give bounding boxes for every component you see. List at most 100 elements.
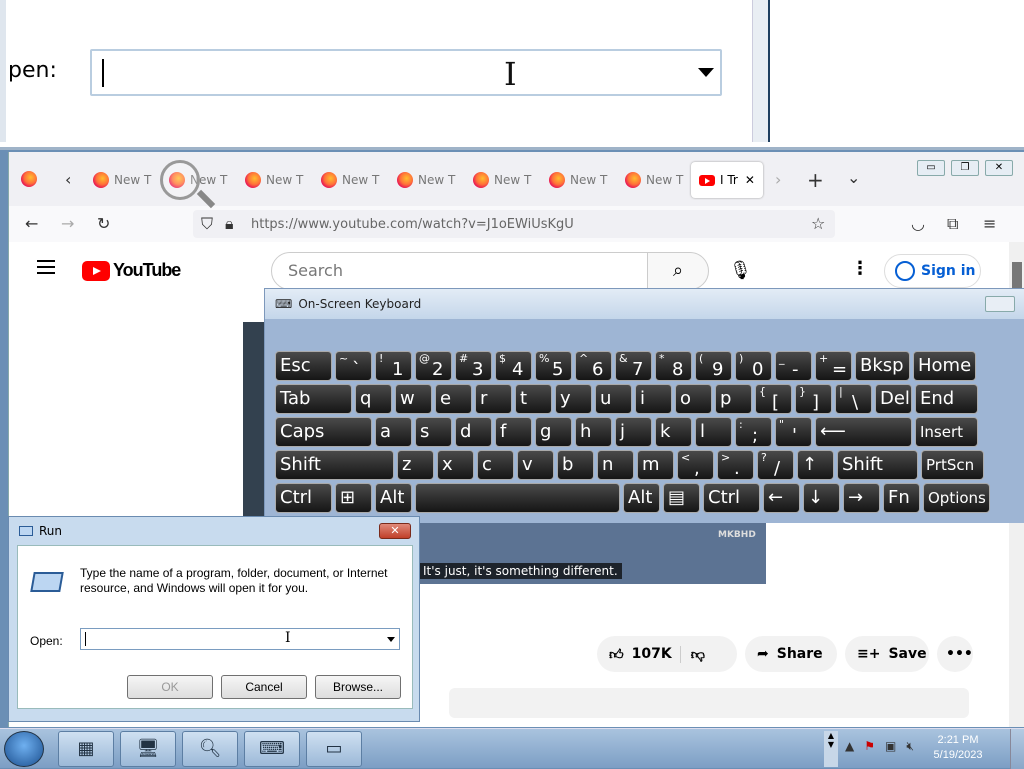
extensions-icon[interactable]: ⧉ [947, 214, 958, 234]
osk-key[interactable]: Insert [915, 417, 978, 447]
osk-key[interactable]: {[ [755, 384, 792, 414]
sign-in-button[interactable]: Sign in [884, 254, 981, 288]
osk-key[interactable]: Del [875, 384, 912, 414]
osk-key[interactable]: ← [763, 483, 800, 513]
osk-key[interactable]: i [635, 384, 672, 414]
guide-menu-icon[interactable] [37, 260, 55, 274]
osk-key[interactable]: | \ [835, 384, 872, 414]
osk-key[interactable]: + = [815, 351, 852, 381]
cancel-button[interactable]: Cancel [221, 675, 307, 699]
osk-key[interactable]: <, [677, 450, 714, 480]
list-tabs-icon[interactable]: ⌄ [847, 168, 860, 187]
osk-key[interactable]: :; [735, 417, 772, 447]
osk-key[interactable]: >. [717, 450, 754, 480]
taskbar-app-explorer[interactable]: ▦ [58, 731, 114, 767]
osk-key[interactable]: k [655, 417, 692, 447]
like-dislike-group[interactable]: 👍︎ 107K 👎︎ [597, 636, 737, 672]
tab[interactable]: New T [541, 162, 616, 198]
minimize-button[interactable]: ▭ [917, 160, 945, 176]
back-icon[interactable]: ← [25, 214, 38, 233]
osk-key[interactable]: Esc [275, 351, 332, 381]
tab[interactable]: New T [85, 162, 160, 198]
taskbar-app-magnifier[interactable]: 🔍︎ [182, 731, 238, 767]
osk-key[interactable]: Ctrl [275, 483, 332, 513]
tab[interactable]: New T [389, 162, 464, 198]
microphone-icon[interactable]: 🎙︎ [729, 260, 752, 281]
restore-button[interactable]: ❐ [951, 160, 979, 176]
tab-active[interactable]: I Tr ✕ [691, 162, 763, 198]
lock-icon[interactable]: 🔒︎ [225, 214, 234, 234]
browse-button[interactable]: Browse... [315, 675, 401, 699]
save-button[interactable]: ≡+ Save [845, 636, 929, 672]
description-box[interactable] [449, 688, 969, 718]
taskbar-scroll[interactable]: ▲ ▼ [824, 731, 838, 767]
osk-key[interactable]: z [397, 450, 434, 480]
more-options-icon[interactable]: ⋮ [851, 258, 869, 279]
osk-key[interactable]: w [395, 384, 432, 414]
osk-key[interactable]: PrtScn [921, 450, 984, 480]
osk-key[interactable]: Ctrl [703, 483, 760, 513]
action-center-icon[interactable]: ⚑ [864, 739, 875, 754]
osk-key[interactable]: r [475, 384, 512, 414]
osk-key[interactable]: " ' [775, 417, 812, 447]
osk-key[interactable]: t [515, 384, 552, 414]
osk-key[interactable]: Bksp [855, 351, 910, 381]
osk-key[interactable]: → [843, 483, 880, 513]
osk-key[interactable]: h [575, 417, 612, 447]
youtube-logo[interactable]: YouTube [82, 260, 181, 281]
osk-key[interactable]: Caps [275, 417, 372, 447]
bookmark-star-icon[interactable]: ☆ [811, 214, 825, 233]
osk-key[interactable]: _ - [775, 351, 812, 381]
open-combobox[interactable]: I [80, 628, 400, 650]
osk-key[interactable]: d [455, 417, 492, 447]
osk-key[interactable]: m [637, 450, 674, 480]
osk-key[interactable]: ▤ [663, 483, 700, 513]
osk-key[interactable]: Home [913, 351, 976, 381]
osk-key[interactable]: Options [923, 483, 990, 513]
osk-key[interactable]: ↑ [797, 450, 834, 480]
osk-key[interactable]: s [415, 417, 452, 447]
osk-key[interactable]: j [615, 417, 652, 447]
thumbs-down-icon[interactable]: 👎︎ [679, 645, 705, 663]
osk-key[interactable]: ⊞ [335, 483, 372, 513]
search-button[interactable]: ⌕ [647, 252, 709, 290]
osk-key[interactable]: y [555, 384, 592, 414]
new-tab-icon[interactable]: + [807, 168, 824, 192]
more-actions-button[interactable]: ••• [937, 636, 973, 672]
firefox-view-icon[interactable] [21, 171, 37, 191]
osk-key[interactable]: ~ ` [335, 351, 372, 381]
osk-titlebar[interactable]: ⌨ On-Screen Keyboard [265, 289, 1024, 319]
show-hidden-icons-icon[interactable]: ▲ [845, 739, 854, 754]
osk-key[interactable] [415, 483, 620, 513]
osk-key[interactable]: (9 [695, 351, 732, 381]
osk-key[interactable]: o [675, 384, 712, 414]
pocket-icon[interactable]: ◡ [911, 214, 925, 233]
clock[interactable]: 2:21 PM 5/19/2023 [928, 733, 988, 763]
osk-key[interactable]: ⟵ [815, 417, 912, 447]
osk-key[interactable]: e [435, 384, 472, 414]
tab[interactable]: New T [313, 162, 388, 198]
ok-button[interactable]: OK [127, 675, 213, 699]
osk-key[interactable]: g [535, 417, 572, 447]
osk-key[interactable]: Alt [623, 483, 660, 513]
osk-key[interactable]: v [517, 450, 554, 480]
taskbar-app-run[interactable]: ▭ [306, 731, 362, 767]
osk-key[interactable]: u [595, 384, 632, 414]
osk-key[interactable]: * 8 [655, 351, 692, 381]
osk-key[interactable]: f [495, 417, 532, 447]
osk-key[interactable]: #3 [455, 351, 492, 381]
osk-key[interactable]: c [477, 450, 514, 480]
tabs-scroll-left-icon[interactable]: ‹ [65, 170, 71, 189]
share-button[interactable]: ➦ Share [745, 636, 837, 672]
forward-icon[interactable]: → [61, 214, 74, 233]
osk-key[interactable]: Tab [275, 384, 352, 414]
close-tab-icon[interactable]: ✕ [745, 173, 755, 187]
menu-icon[interactable]: ≡ [983, 214, 996, 233]
osk-key[interactable]: ^ 6 [575, 351, 612, 381]
osk-key[interactable]: Shift [275, 450, 394, 480]
osk-key[interactable]: ↓ [803, 483, 840, 513]
tab[interactable]: New T [237, 162, 312, 198]
osk-key[interactable]: q [355, 384, 392, 414]
osk-key[interactable]: n [597, 450, 634, 480]
run-titlebar[interactable]: Run [9, 517, 419, 545]
